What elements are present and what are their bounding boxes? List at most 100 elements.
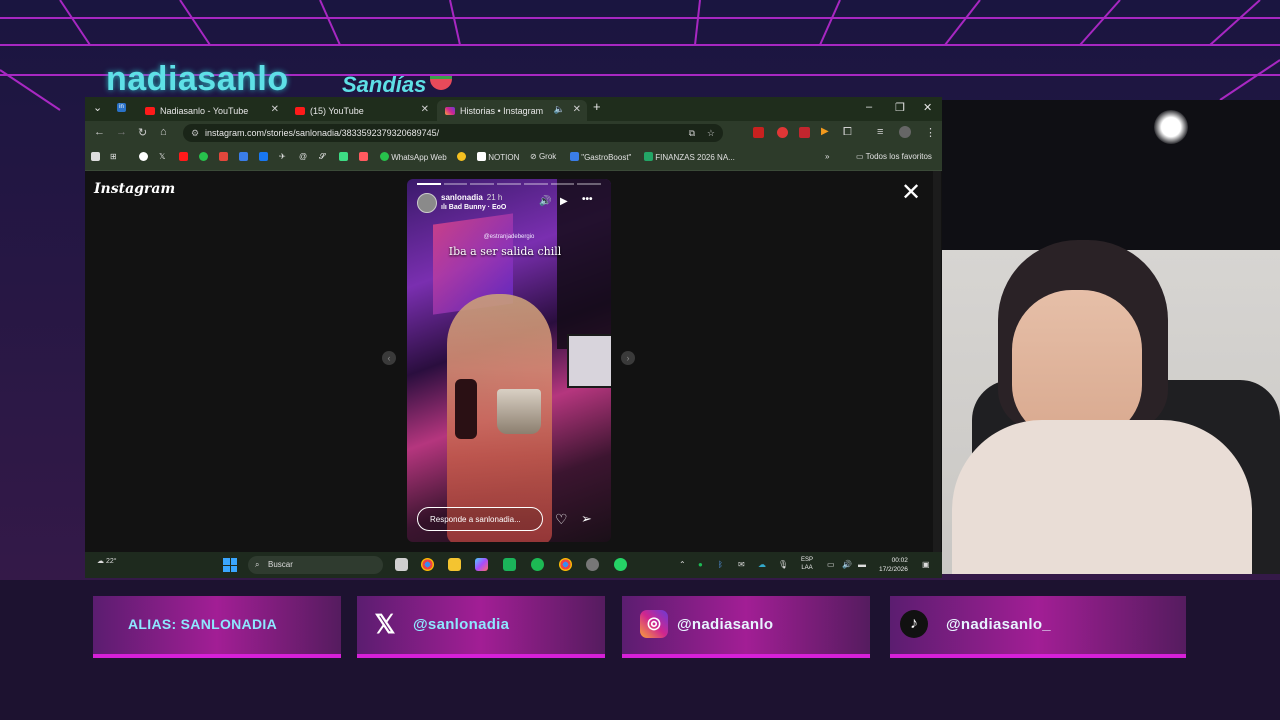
input-language[interactable]: ESP LAA [801,556,813,572]
more-options-icon[interactable]: ••• [582,194,593,205]
forward-button[interactable]: → [116,126,127,138]
close-tab-icon[interactable]: ✕ [573,104,581,115]
story-username[interactable]: sanlonadia [441,193,483,202]
close-story-icon[interactable]: ✕ [901,181,921,205]
bookmark-yellow[interactable] [457,152,466,162]
avatar[interactable] [417,193,437,213]
android-icon[interactable] [339,152,348,162]
youtube-bookmark-icon[interactable] [179,152,188,162]
music-bars-icon: ılı [441,204,449,211]
whatsapp-icon[interactable] [614,558,627,571]
like-heart-icon[interactable]: ♡ [555,511,568,528]
reply-input[interactable]: Responde a sanlonadia... [417,507,543,531]
story-mention[interactable]: @estranjadebergio [407,234,611,240]
progress-segment [577,183,602,185]
all-bookmarks-folder[interactable]: ▭ Todos los favoritos [856,152,932,161]
install-app-icon[interactable]: ⧉ [689,124,695,142]
play-icon[interactable]: ▶ [560,196,568,207]
grid-icon[interactable]: ⊞ [110,152,117,161]
audio-playing-icon[interactable]: 🔈 [554,104,565,115]
story-header: sanlonadia 21 h ılı Bad Bunny · EoO 🔊 ▶ •… [417,193,601,215]
bluetooth-icon[interactable]: ᛒ [718,560,723,569]
tab-youtube[interactable]: (15) YouTube ✕ [287,100,435,121]
x-bookmark-icon[interactable]: 𝕏 [159,152,165,161]
webcam-person-body [952,420,1252,574]
google-icon[interactable] [139,152,148,162]
chrome-icon[interactable] [559,558,572,571]
more-bookmarks-icon[interactable]: » [825,152,829,161]
chrome-icon[interactable] [421,558,434,571]
bookmark-finanzas[interactable]: FINANZAS 2026 NA... [644,152,735,162]
gmail-icon[interactable] [219,152,228,162]
steam-icon[interactable]: ✈ [279,152,286,161]
tray-app-icon[interactable]: ✉ [738,560,745,569]
menu-dots-icon[interactable]: ⋮ [925,126,936,139]
bookmark-gastroboost[interactable]: "GastroBoost" [570,152,631,162]
close-window-button[interactable]: ✕ [923,101,932,114]
apps-icon[interactable] [91,152,100,162]
spotify-icon[interactable] [531,558,544,571]
battery-icon[interactable]: ▬ [858,560,866,569]
instagram-logo[interactable]: Instagram [94,181,175,197]
page-scrollbar[interactable] [933,171,941,552]
volume-icon[interactable]: 🔊 [539,196,551,207]
profile-avatar[interactable] [899,126,911,138]
bookmark-grok[interactable]: ⊘ Grok [530,152,556,161]
threads-icon[interactable]: @ [299,152,307,161]
task-view-icon[interactable] [395,558,408,571]
next-story-icon[interactable]: › [621,351,635,365]
tab-nadiasanlo-youtube[interactable]: Nadiasanlo - YouTube ✕ [137,100,285,121]
extensions-puzzle-icon[interactable]: ⧠ [843,126,852,139]
linkedin-tab-icon[interactable]: in [117,103,126,112]
home-icon[interactable]: ⌂ [160,126,167,138]
site-info-icon[interactable]: ⚙ [191,124,199,142]
s-icon[interactable]: 𝓢 [319,152,325,162]
chevron-up-icon[interactable]: ⌃ [679,560,686,569]
start-button[interactable] [223,558,237,572]
microphone-icon[interactable]: 🎙 [778,560,788,569]
play-extension-icon[interactable]: ▶ [821,126,829,137]
tray-cloud-icon[interactable]: ☁ [758,560,766,569]
weather-widget[interactable]: ☁ 22° [97,557,117,565]
tab-search-icon[interactable]: ≡ [877,126,883,138]
tab-instagram-stories[interactable]: Historias • Instagram 🔈 ✕ [437,100,587,121]
minimize-button[interactable]: – [866,101,872,113]
reload-button[interactable]: ↻ [138,126,147,139]
extension-icon[interactable] [777,127,788,138]
x-card: 𝕏 @sanlonadia [357,596,605,658]
tab-search-icon[interactable]: ⌄ [93,101,102,114]
file-explorer-icon[interactable] [448,558,461,571]
adblock-extension-icon[interactable] [753,127,764,138]
notification-icon[interactable]: ▣ [922,560,930,569]
whatsapp-bookmark-icon[interactable] [199,152,208,162]
bookmark-whatsapp-web[interactable]: WhatsApp Web [380,152,447,162]
story-music[interactable]: ılı Bad Bunny · EoO [441,204,506,211]
notion-icon [477,152,486,161]
taskbar-search[interactable]: ⌕ Buscar [248,556,383,574]
close-tab-icon[interactable]: ✕ [421,104,429,115]
close-tab-icon[interactable]: ✕ [271,104,279,115]
settings-icon[interactable] [586,558,599,571]
windows-taskbar: ☁ 22° ⌕ Buscar ⌃ ● ᛒ ✉ ☁ 🎙 ESP LAA ▭ 🔊 ▬ … [85,552,942,578]
bookmark-star-icon[interactable]: ☆ [707,124,715,142]
story-card[interactable]: sanlonadia 21 h ılı Bad Bunny · EoO 🔊 ▶ •… [407,179,611,542]
monitor-icon[interactable]: ▭ [827,560,835,569]
send-icon[interactable]: ➢ [581,511,592,527]
spotify-tray-icon[interactable]: ● [698,560,703,569]
progress-segment [497,183,521,185]
back-button[interactable]: ← [94,126,105,138]
docs-bookmark-icon[interactable] [239,152,248,162]
maximize-button[interactable]: ❐ [895,101,905,114]
app-icon[interactable] [359,152,368,162]
copilot-icon[interactable] [475,558,488,571]
clock[interactable]: 00:02 17/2/2026 [879,556,908,574]
progress-segment [523,183,548,185]
bookmark-notion[interactable]: NOTION [477,152,519,162]
new-tab-button[interactable]: + [593,99,601,114]
facebook-icon[interactable] [259,152,268,162]
app-icon[interactable] [503,558,516,571]
previous-story-icon[interactable]: ‹ [382,351,396,365]
pdf-extension-icon[interactable] [799,127,810,138]
volume-tray-icon[interactable]: 🔊 [842,560,852,569]
url-field[interactable]: ⚙ instagram.com/stories/sanlonadia/38335… [183,124,723,142]
